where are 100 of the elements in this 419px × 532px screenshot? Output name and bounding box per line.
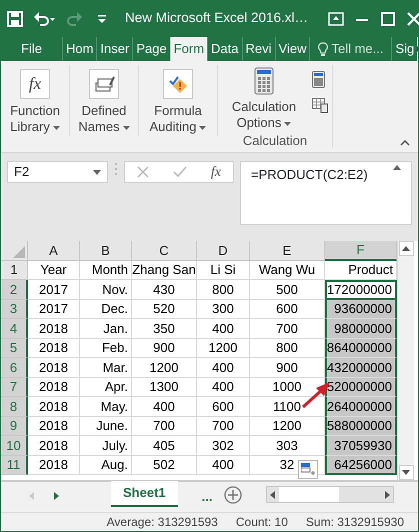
defined-names-button[interactable]: Defined Names [70, 65, 139, 136]
scroll-thumb[interactable] [279, 487, 340, 502]
table-cell: 2017 [28, 300, 80, 319]
table-cell: 300 [197, 300, 250, 319]
table-cell: Nov. [80, 280, 132, 300]
row-header[interactable]: 3 [1, 300, 28, 319]
table-cell: Jan. [80, 319, 132, 338]
table-cell: 600 [197, 397, 250, 416]
row-header[interactable]: 5 [1, 338, 28, 358]
calculator-icon [254, 67, 274, 95]
scroll-up-icon[interactable] [402, 246, 410, 251]
table-cell: June. [80, 416, 132, 436]
formula-auditing-button[interactable]: Formula Auditing [139, 65, 218, 136]
new-sheet-icon[interactable] [224, 486, 242, 504]
horizontal-scrollbar[interactable] [266, 486, 394, 503]
table-cell: Zhang San [132, 260, 197, 280]
table-cell: 172000000 [325, 280, 397, 300]
lightbulb-icon [318, 42, 328, 56]
table-cell: Apr. [80, 378, 132, 397]
table-cell: Aug. [80, 456, 132, 475]
row-header[interactable]: 9 [1, 416, 28, 436]
calculate-sheet-icon[interactable] [312, 98, 328, 113]
ribbon-tab[interactable]: File [1, 37, 62, 61]
table-cell: 37059930 [325, 436, 397, 456]
table-cell: 520000000 [325, 378, 397, 397]
row-header[interactable]: 11 [1, 456, 28, 475]
status-text: Average: 313291593 [106, 514, 218, 531]
formula-field[interactable]: =PRODUCT(C2:E2) [240, 161, 412, 225]
table-cell: Feb. [80, 338, 132, 358]
group-label: Calculation [242, 132, 308, 150]
table-cell: 1200 [197, 338, 250, 358]
column-header[interactable]: F [325, 241, 397, 260]
column-header[interactable]: B [80, 241, 132, 260]
table-cell: 2018 [28, 358, 80, 378]
save-icon[interactable] [7, 10, 23, 26]
table-cell: 2018 [28, 436, 80, 456]
enter-icon [172, 166, 187, 178]
grip-icon [114, 161, 118, 177]
table-cell: 264000000 [325, 397, 397, 416]
row-header[interactable]: 2 [1, 280, 28, 300]
table-cell: 700 [132, 416, 197, 436]
table-cell: 2018 [28, 319, 80, 338]
column-header[interactable]: A [28, 241, 80, 260]
customize-caret-icon[interactable] [97, 14, 107, 24]
window-title: New Microsoft Excel 2016.xl… [125, 9, 308, 28]
collapse-ribbon-icon[interactable] [400, 140, 410, 146]
table-cell: May. [80, 397, 132, 416]
ribbon-tab[interactable]: Form [170, 37, 208, 61]
table-cell: Year [28, 260, 80, 280]
next-sheet-icon[interactable] [54, 492, 59, 500]
table-cell: 432000000 [325, 358, 397, 378]
scroll-down-icon[interactable] [402, 470, 410, 475]
column-header[interactable]: E [250, 241, 325, 260]
table-cell: 864000000 [325, 338, 397, 358]
row-header[interactable]: 8 [1, 397, 28, 416]
table-cell: 93600000 [325, 300, 397, 319]
sheet-tab[interactable]: Sheet1 [111, 481, 178, 507]
column-header[interactable]: D [197, 241, 250, 260]
status-text: Count: 10 [236, 514, 288, 531]
calculate-now-icon[interactable] [312, 71, 325, 88]
table-cell: Wang Wu [250, 260, 325, 280]
maximize-icon[interactable] [380, 12, 396, 26]
table-cell: 520 [132, 300, 197, 319]
calculation-options-button[interactable]: Calculation Options [222, 65, 306, 131]
quick-analysis-button[interactable] [298, 460, 318, 479]
row-header[interactable]: 4 [1, 319, 28, 338]
undo-icon[interactable] [33, 10, 55, 26]
more-sheets-button[interactable]: ... [202, 487, 212, 506]
insert-function-button[interactable]: fx [210, 162, 221, 182]
table-cell: 2018 [28, 416, 80, 436]
table-cell: 400 [132, 397, 197, 416]
table-cell: 430 [132, 280, 197, 300]
table-cell: 502 [132, 456, 197, 475]
vertical-scrollbar[interactable] [397, 241, 414, 480]
table-cell: 400 [197, 358, 250, 378]
scroll-left-icon[interactable] [270, 490, 276, 498]
name-box[interactable]: F2 [7, 161, 108, 183]
row-header[interactable]: 6 [1, 358, 28, 378]
caret-icon [122, 126, 130, 130]
function-icon: fx [28, 76, 42, 92]
caret-icon [284, 122, 292, 126]
row-header[interactable]: 10 [1, 436, 28, 456]
column-header[interactable]: C [132, 241, 197, 260]
close-icon[interactable] [406, 12, 419, 26]
table-cell: 64256000 [325, 456, 397, 475]
table-cell: 302 [197, 436, 250, 456]
row-header[interactable]: 7 [1, 378, 28, 397]
table-cell: 1200 [132, 358, 197, 378]
caret-icon [199, 126, 206, 130]
row-header[interactable]: 1 [1, 260, 28, 280]
caret-icon [52, 126, 60, 130]
table-cell: 405 [132, 436, 197, 456]
scroll-right-icon[interactable] [385, 490, 390, 498]
collapse-caret-icon[interactable] [393, 165, 401, 170]
table-cell: July. [80, 436, 132, 456]
status-text: Sum: 3132915930 [306, 514, 404, 531]
table-cell: 2018 [28, 338, 80, 358]
function-library-button[interactable]: fx Function Library [1, 65, 70, 136]
ribbon-display-icon[interactable] [328, 12, 344, 26]
table-cell: Month [80, 260, 132, 280]
